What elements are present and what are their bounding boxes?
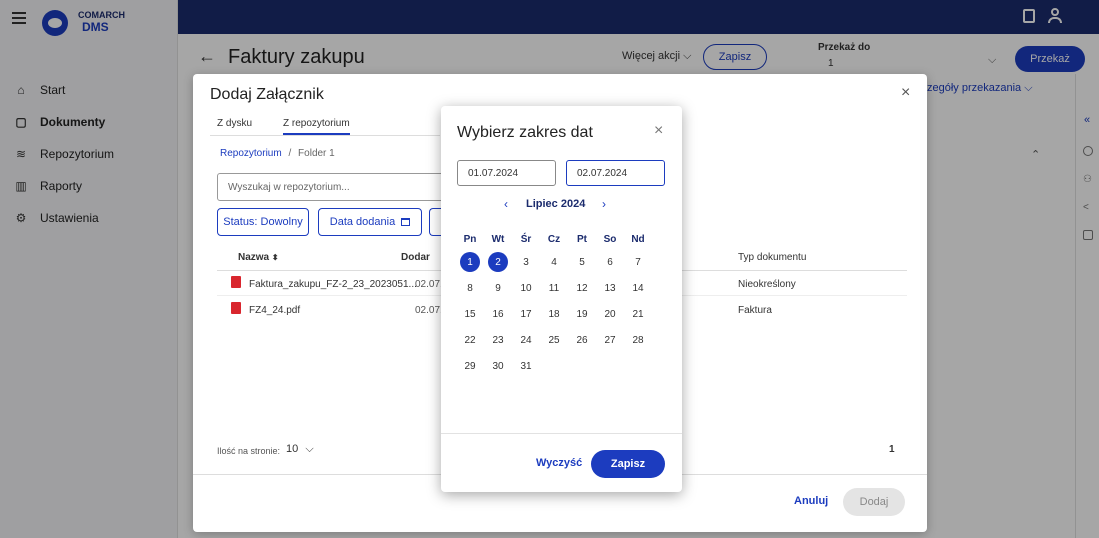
picker-footer-divider <box>441 433 682 434</box>
weekday-label: Cz <box>547 233 561 245</box>
column-header-type[interactable]: Typ dokumentu <box>738 252 806 263</box>
page-number[interactable]: 1 <box>889 444 895 455</box>
prev-month-chevron-icon[interactable]: ‹ <box>504 197 508 211</box>
calendar-day[interactable]: 22 <box>459 331 481 349</box>
row-type: Faktura <box>738 305 772 316</box>
breadcrumb: Repozytorium / Folder 1 <box>220 148 335 159</box>
calendar-day[interactable]: 28 <box>627 331 649 349</box>
date-to-value: 02.07.2024 <box>577 168 628 179</box>
calendar-day[interactable]: 17 <box>515 305 537 323</box>
month-label: Lipiec 2024 <box>526 198 586 210</box>
picker-save-label: Zapisz <box>610 458 646 470</box>
chevron-down-icon: ⌵ <box>305 443 314 455</box>
calendar-day-selected[interactable]: 1 <box>460 252 480 272</box>
calendar-day[interactable]: 12 <box>571 279 593 297</box>
row-added: 02.07. <box>415 305 443 316</box>
calendar-day[interactable]: 24 <box>515 331 537 349</box>
search-placeholder: Wyszukaj w repozytorium... <box>228 182 350 193</box>
weekday-label: Śr <box>520 233 532 245</box>
calendar-day[interactable]: 26 <box>571 331 593 349</box>
per-page-label: Ilość na stronie: <box>217 446 281 456</box>
next-month-chevron-icon[interactable]: › <box>602 197 606 211</box>
tab-from-disk[interactable]: Z dysku <box>217 118 252 129</box>
dialog-title: Dodaj Załącznik <box>210 86 324 103</box>
status-filter-button[interactable]: Status: Dowolny <box>217 208 309 236</box>
calendar-day[interactable]: 4 <box>543 253 565 271</box>
picker-title: Wybierz zakres dat <box>457 124 593 141</box>
calendar-day[interactable]: 19 <box>571 305 593 323</box>
weekday-label: Wt <box>491 233 505 245</box>
date-filter-button[interactable]: Data dodania <box>318 208 422 236</box>
date-to-input[interactable]: 02.07.2024 <box>566 160 665 186</box>
calendar-day[interactable]: 6 <box>599 253 621 271</box>
per-page-select[interactable]: 10 ⌵ <box>286 443 314 456</box>
calendar-day[interactable]: 14 <box>627 279 649 297</box>
column-header-name[interactable]: Nazwa ⬍ <box>238 252 279 263</box>
status-filter-label: Status: Dowolny <box>223 216 303 228</box>
search-input[interactable]: Wyszukaj w repozytorium... <box>217 173 447 201</box>
weekday-label: So <box>603 233 617 245</box>
calendar-day-selected[interactable]: 2 <box>488 252 508 272</box>
date-filter-label: Data dodania <box>329 216 396 228</box>
weekday-label: Nd <box>631 233 645 245</box>
date-from-value: 01.07.2024 <box>468 168 519 179</box>
date-from-input[interactable]: 01.07.2024 <box>457 160 556 186</box>
add-label: Dodaj <box>859 496 889 508</box>
calendar-day[interactable]: 5 <box>571 253 593 271</box>
cancel-button[interactable]: Anuluj <box>794 495 828 507</box>
calendar-day[interactable]: 25 <box>543 331 565 349</box>
calendar-day[interactable]: 13 <box>599 279 621 297</box>
weekday-label: Pt <box>577 233 587 245</box>
pdf-icon <box>231 276 241 288</box>
calendar-day[interactable]: 23 <box>487 331 509 349</box>
tab-from-repository[interactable]: Z repozytorium <box>283 118 350 135</box>
calendar-day[interactable]: 7 <box>627 253 649 271</box>
calendar-day[interactable]: 31 <box>515 357 537 375</box>
calendar-day[interactable]: 9 <box>487 279 509 297</box>
tabs-divider <box>210 135 440 136</box>
date-range-picker: Wybierz zakres dat × 01.07.2024 02.07.20… <box>441 106 682 492</box>
add-button[interactable]: Dodaj <box>843 488 905 516</box>
column-header-added[interactable]: Dodar <box>401 252 430 263</box>
picker-close-icon[interactable]: × <box>654 122 663 140</box>
calendar-day[interactable]: 3 <box>515 253 537 271</box>
calendar-day[interactable]: 18 <box>543 305 565 323</box>
calendar-day[interactable]: 27 <box>599 331 621 349</box>
breadcrumb-separator: / <box>288 148 292 159</box>
per-page-value: 10 <box>286 443 299 455</box>
column-name-label: Nazwa <box>238 252 270 263</box>
breadcrumb-folder: Folder 1 <box>298 148 335 159</box>
row-type: Nieokreślony <box>738 279 796 290</box>
clear-button[interactable]: Wyczyść <box>536 457 582 469</box>
calendar-icon <box>401 218 411 226</box>
picker-save-button[interactable]: Zapisz <box>591 450 665 478</box>
calendar-day[interactable]: 20 <box>599 305 621 323</box>
row-name: FZ4_24.pdf <box>249 305 301 316</box>
row-added: 02.07. <box>415 279 443 290</box>
calendar-day[interactable]: 15 <box>459 305 481 323</box>
breadcrumb-root-link[interactable]: Repozytorium <box>220 148 282 159</box>
sort-icon: ⬍ <box>271 253 279 262</box>
weekday-label: Pn <box>463 233 477 245</box>
dialog-close-icon[interactable]: × <box>901 84 910 102</box>
calendar-day[interactable]: 21 <box>627 305 649 323</box>
calendar-day[interactable]: 11 <box>543 279 565 297</box>
row-name: Faktura_zakupu_FZ-2_23_2023051... <box>249 279 417 290</box>
calendar-day[interactable]: 10 <box>515 279 537 297</box>
calendar-day[interactable]: 16 <box>487 305 509 323</box>
calendar-day[interactable]: 29 <box>459 357 481 375</box>
calendar-day[interactable]: 8 <box>459 279 481 297</box>
pdf-icon <box>231 302 241 314</box>
calendar-day[interactable]: 30 <box>487 357 509 375</box>
